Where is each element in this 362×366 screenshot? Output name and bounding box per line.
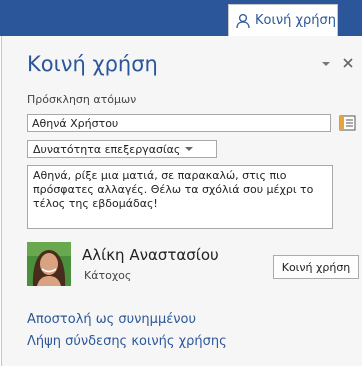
chevron-down-icon <box>322 62 330 66</box>
share-button[interactable]: Κοινή χρήση <box>273 255 359 279</box>
invite-people-input[interactable] <box>27 114 331 132</box>
address-book-button[interactable] <box>339 114 357 132</box>
share-pane: Κοινή χρήση Πρόσκληση ατόμων Δυνατότητα … <box>1 36 362 366</box>
owner-row: Αλίκη Αναστασίου Κάτοχος <box>27 242 267 288</box>
ribbon-bar: Κοινή χρήση <box>0 0 362 36</box>
close-icon <box>343 58 353 68</box>
send-as-attachment-link[interactable]: Αποστολή ως συνημμένου <box>27 312 196 327</box>
avatar <box>27 242 71 286</box>
permission-selected-label: Δυνατότητα επεξεργασίας <box>33 142 181 156</box>
chevron-down-icon <box>185 146 194 152</box>
pane-options-button[interactable] <box>320 58 332 70</box>
permission-dropdown[interactable]: Δυνατότητα επεξεργασίας <box>27 140 217 158</box>
address-book-icon <box>339 115 356 131</box>
owner-name: Αλίκη Αναστασίου <box>82 246 219 264</box>
invite-people-label: Πρόσκληση ατόμων <box>27 93 137 106</box>
pane-close-button[interactable] <box>340 55 356 71</box>
owner-role: Κάτοχος <box>84 269 132 282</box>
pane-title: Κοινή χρήση <box>27 52 158 76</box>
share-tab-button[interactable]: Κοινή χρήση <box>228 4 338 36</box>
get-sharing-link[interactable]: Λήψη σύνδεσης κοινής χρήσης <box>27 334 227 349</box>
share-tab-label: Κοινή χρήση <box>255 13 336 28</box>
person-icon <box>234 12 252 30</box>
message-textarea[interactable]: Αθηνά, ρίξε μια ματιά, σε παρακαλώ, στις… <box>27 165 333 229</box>
